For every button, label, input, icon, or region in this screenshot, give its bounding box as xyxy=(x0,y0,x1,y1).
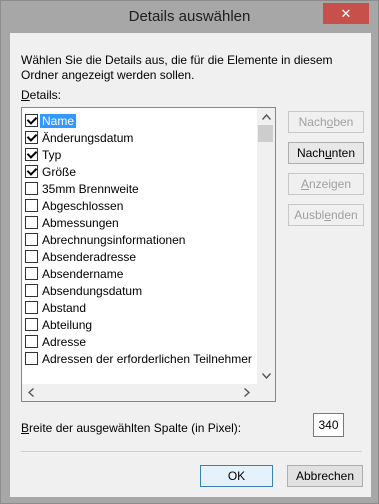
ok-button[interactable]: OK xyxy=(200,465,273,487)
list-item-label: Absenderadresse xyxy=(42,249,137,264)
close-button[interactable]: ✕ xyxy=(323,3,369,24)
scroll-up-icon[interactable] xyxy=(257,108,275,125)
list-item[interactable]: Typ xyxy=(25,146,255,163)
list-item-checkbox[interactable] xyxy=(25,148,38,161)
list-item-label: Abstand xyxy=(42,300,87,315)
details-label: Details: xyxy=(21,88,61,102)
list-item[interactable]: Abstand xyxy=(25,299,255,316)
list-item-label: Absendungsdatum xyxy=(42,283,143,298)
list-item-label: Abteilung xyxy=(42,317,93,332)
list-item-label: Abmessungen xyxy=(42,215,119,230)
list-item[interactable]: Änderungsdatum xyxy=(25,129,255,146)
details-dialog: Details auswählen ✕ Wählen Sie die Detai… xyxy=(0,0,379,504)
list-item-label: Adressen der erforderlichen Teilnehmer xyxy=(42,351,252,366)
list-item-checkbox[interactable] xyxy=(25,114,38,127)
show-button[interactable]: Anzeigen xyxy=(288,173,364,195)
list-item-label: Adresse xyxy=(42,334,87,349)
list-item-checkbox[interactable] xyxy=(25,301,38,314)
dialog-title: Details auswählen xyxy=(128,8,251,25)
list-item-checkbox[interactable] xyxy=(25,182,38,195)
column-width-label: Breite der ausgewählten Spalte (in Pixel… xyxy=(21,421,242,435)
details-label-text: etails: xyxy=(29,88,62,102)
move-down-button[interactable]: Nach u nten xyxy=(288,142,364,164)
cancel-button[interactable]: Abbrechen xyxy=(287,465,363,487)
list-item-label: Absendername xyxy=(42,266,124,281)
list-item[interactable]: Abmessungen xyxy=(25,214,255,231)
list-item[interactable]: Abteilung xyxy=(25,316,255,333)
list-item[interactable]: Adressen der erforderlichen Teilnehmer xyxy=(25,350,255,367)
list-item-label: Typ xyxy=(42,147,62,162)
dialog-body: Wählen Sie die Details aus, die für die … xyxy=(10,33,371,497)
hide-button[interactable]: Ausbl e nden xyxy=(288,204,364,226)
list-item-checkbox[interactable] xyxy=(25,318,38,331)
list-item[interactable]: Abrechnungsinformationen xyxy=(25,231,255,248)
list-item-checkbox[interactable] xyxy=(25,267,38,280)
list-item-checkbox[interactable] xyxy=(25,352,38,365)
column-width-input[interactable]: 340 xyxy=(313,413,344,437)
list-item[interactable]: Größe xyxy=(25,163,255,180)
horizontal-scrollbar[interactable] xyxy=(22,384,275,401)
list-item[interactable]: Absendungsdatum xyxy=(25,282,255,299)
scroll-left-icon[interactable] xyxy=(22,384,40,401)
list-item-label: Abrechnungsinformationen xyxy=(42,232,186,247)
move-up-button[interactable]: Nach o ben xyxy=(288,111,364,133)
title-bar[interactable]: Details auswählen ✕ xyxy=(2,2,377,32)
vertical-scrollbar[interactable] xyxy=(257,108,275,384)
vertical-scroll-thumb[interactable] xyxy=(258,125,273,142)
list-item-checkbox[interactable] xyxy=(25,131,38,144)
details-label-accesskey: D xyxy=(21,88,30,102)
list-item-label: Name xyxy=(40,113,77,128)
list-item-label: 35mm Brennweite xyxy=(42,181,139,196)
list-item[interactable]: Abgeschlossen xyxy=(25,197,255,214)
scroll-down-icon[interactable] xyxy=(257,367,275,384)
list-item-checkbox[interactable] xyxy=(25,233,38,246)
list-item-label: Größe xyxy=(42,164,77,179)
details-listbox[interactable]: Name Änderungsdatum Typ Größe 35mm Brennweit… xyxy=(21,107,276,402)
list-item-checkbox[interactable] xyxy=(25,216,38,229)
details-list: Name Änderungsdatum Typ Größe 35mm Brennweit… xyxy=(22,108,257,382)
list-item[interactable]: Absendername xyxy=(25,265,255,282)
list-item-label: Abgeschlossen xyxy=(42,198,124,213)
list-item-checkbox[interactable] xyxy=(25,284,38,297)
scroll-right-icon[interactable] xyxy=(238,384,256,401)
list-item[interactable]: Adresse xyxy=(25,333,255,350)
separator xyxy=(21,451,362,452)
list-item-checkbox[interactable] xyxy=(25,199,38,212)
list-item-checkbox[interactable] xyxy=(25,250,38,263)
close-icon: ✕ xyxy=(340,5,352,21)
list-item-label: Änderungsdatum xyxy=(42,130,134,145)
list-item[interactable]: Absenderadresse xyxy=(25,248,255,265)
list-item[interactable]: Name xyxy=(25,112,255,129)
list-item-checkbox[interactable] xyxy=(25,165,38,178)
list-item-checkbox[interactable] xyxy=(25,335,38,348)
description-text: Wählen Sie die Details aus, die für die … xyxy=(21,53,333,82)
list-item[interactable]: 35mm Brennweite xyxy=(25,180,255,197)
